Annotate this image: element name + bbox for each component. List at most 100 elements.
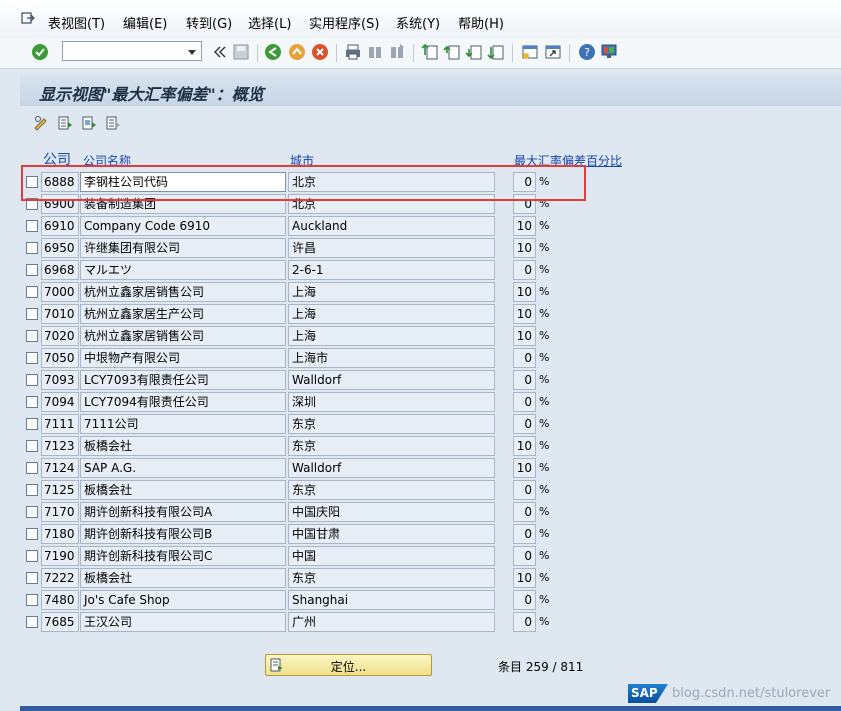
row-checkbox[interactable] (26, 286, 38, 298)
max-deviation-cell[interactable]: 0 (513, 546, 536, 566)
max-deviation-cell[interactable]: 10 (513, 326, 536, 346)
city-cell[interactable]: 中国庆阳 (288, 502, 495, 522)
company-name-cell[interactable]: 许继集团有限公司 (80, 238, 286, 258)
select-all-icon[interactable] (57, 115, 73, 131)
row-checkbox[interactable] (26, 374, 38, 386)
help-icon[interactable]: ? (578, 43, 596, 61)
cancel-icon[interactable] (311, 43, 329, 61)
row-checkbox[interactable] (26, 484, 38, 496)
max-deviation-cell[interactable]: 10 (513, 304, 536, 324)
max-deviation-cell[interactable]: 0 (513, 524, 536, 544)
company-name-cell[interactable]: 7111公司 (80, 414, 286, 434)
menu-table-view[interactable]: 表视图(T) (48, 13, 105, 32)
city-cell[interactable]: 2-6-1 (288, 260, 495, 280)
city-cell[interactable]: 中国甘肃 (288, 524, 495, 544)
city-cell[interactable]: 东京 (288, 480, 495, 500)
company-name-cell[interactable]: LCY7094有限责任公司 (80, 392, 286, 412)
row-checkbox[interactable] (26, 440, 38, 452)
row-checkbox[interactable] (26, 462, 38, 474)
company-name-cell[interactable]: 板橋会社 (80, 480, 286, 500)
row-checkbox[interactable] (26, 616, 38, 628)
save-icon[interactable] (232, 43, 250, 61)
company-name-cell[interactable]: 期许创新科技有限公司A (80, 502, 286, 522)
chevron-down-icon[interactable] (186, 46, 198, 58)
city-cell[interactable]: 上海 (288, 304, 495, 324)
max-deviation-cell[interactable]: 0 (513, 502, 536, 522)
city-cell[interactable]: Walldorf (288, 458, 495, 478)
company-name-cell[interactable]: SAP A.G. (80, 458, 286, 478)
shortcut-icon[interactable] (544, 43, 562, 61)
city-cell[interactable]: Auckland (288, 216, 495, 236)
city-cell[interactable]: 上海 (288, 326, 495, 346)
company-name-cell[interactable]: 板橋会社 (80, 436, 286, 456)
locate-button[interactable]: 定位... (265, 654, 432, 676)
find-icon[interactable] (366, 43, 384, 61)
row-checkbox[interactable] (26, 594, 38, 606)
max-deviation-cell[interactable]: 10 (513, 282, 536, 302)
back-icon[interactable] (264, 43, 282, 61)
row-checkbox[interactable] (26, 330, 38, 342)
company-name-cell[interactable]: 杭州立鑫家居生产公司 (80, 304, 286, 324)
max-deviation-cell[interactable]: 10 (513, 216, 536, 236)
max-deviation-cell[interactable]: 0 (513, 590, 536, 610)
max-deviation-cell[interactable]: 0 (513, 480, 536, 500)
company-name-cell[interactable]: 期许创新科技有限公司B (80, 524, 286, 544)
menu-edit[interactable]: 编辑(E) (123, 13, 167, 32)
row-checkbox[interactable] (26, 264, 38, 276)
max-deviation-cell[interactable]: 10 (513, 458, 536, 478)
enter-icon[interactable] (31, 43, 49, 61)
row-checkbox[interactable] (26, 528, 38, 540)
max-deviation-cell[interactable]: 0 (513, 260, 536, 280)
prev-page-icon[interactable] (443, 43, 461, 61)
max-deviation-cell[interactable]: 0 (513, 370, 536, 390)
company-name-cell[interactable]: 王汉公司 (80, 612, 286, 632)
city-cell[interactable]: 东京 (288, 436, 495, 456)
city-cell[interactable]: 深圳 (288, 392, 495, 412)
company-name-cell[interactable]: LCY7093有限责任公司 (80, 370, 286, 390)
max-deviation-cell[interactable]: 10 (513, 436, 536, 456)
city-cell[interactable]: 东京 (288, 568, 495, 588)
city-cell[interactable]: 上海市 (288, 348, 495, 368)
city-cell[interactable]: Shanghai (288, 590, 495, 610)
max-deviation-cell[interactable]: 0 (513, 414, 536, 434)
menu-exit-icon[interactable] (21, 12, 35, 24)
print-icon[interactable] (344, 43, 362, 61)
last-page-icon[interactable] (487, 43, 505, 61)
row-checkbox[interactable] (26, 242, 38, 254)
company-name-cell[interactable]: 期许创新科技有限公司C (80, 546, 286, 566)
first-page-icon[interactable] (421, 43, 439, 61)
command-field[interactable] (62, 41, 202, 61)
company-name-cell[interactable]: Jo's Cafe Shop (80, 590, 286, 610)
row-checkbox[interactable] (26, 352, 38, 364)
company-name-cell[interactable]: 中垠物产有限公司 (80, 348, 286, 368)
company-name-cell[interactable]: 杭州立鑫家居销售公司 (80, 326, 286, 346)
company-name-cell[interactable]: 杭州立鑫家居销售公司 (80, 282, 286, 302)
city-cell[interactable]: 东京 (288, 414, 495, 434)
city-cell[interactable]: 许昌 (288, 238, 495, 258)
create-session-icon[interactable] (521, 43, 539, 61)
row-checkbox[interactable] (26, 396, 38, 408)
row-checkbox[interactable] (26, 572, 38, 584)
city-cell[interactable]: Walldorf (288, 370, 495, 390)
menu-goto[interactable]: 转到(G) (186, 13, 232, 32)
row-checkbox[interactable] (26, 550, 38, 562)
row-checkbox[interactable] (26, 220, 38, 232)
deselect-all-icon[interactable] (105, 115, 121, 131)
company-name-cell[interactable]: マルエツ (80, 260, 286, 280)
menu-system[interactable]: 系统(Y) (396, 13, 440, 32)
city-cell[interactable]: 中国 (288, 546, 495, 566)
max-deviation-cell[interactable]: 0 (513, 348, 536, 368)
row-checkbox[interactable] (26, 506, 38, 518)
max-deviation-cell[interactable]: 10 (513, 238, 536, 258)
find-next-icon[interactable] (388, 43, 406, 61)
city-cell[interactable]: 上海 (288, 282, 495, 302)
max-deviation-cell[interactable]: 0 (513, 392, 536, 412)
menu-selection[interactable]: 选择(L) (248, 13, 291, 32)
next-page-icon[interactable] (465, 43, 483, 61)
row-checkbox[interactable] (26, 418, 38, 430)
row-checkbox[interactable] (26, 308, 38, 320)
max-deviation-cell[interactable]: 10 (513, 568, 536, 588)
select-block-icon[interactable] (81, 115, 97, 131)
company-name-cell[interactable]: 板橋会社 (80, 568, 286, 588)
menu-help[interactable]: 帮助(H) (458, 13, 504, 32)
